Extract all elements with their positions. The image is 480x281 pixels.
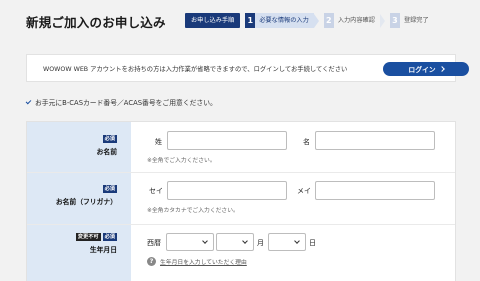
name-field-label: 必須 お名前 — [97, 135, 117, 156]
step-1-label: 必要な情報の入力 — [255, 13, 314, 28]
month-unit: 月 — [257, 239, 264, 247]
step-arrow-icon — [379, 13, 385, 28]
chevron-down-icon — [202, 238, 208, 244]
step-1: 1 必要な情報の入力 — [245, 13, 319, 28]
required-badge: 必須 — [102, 185, 117, 193]
kana-field-label: 必須 お名前（フリガナ） — [56, 185, 117, 206]
step-3-number: 3 — [389, 13, 400, 28]
birth-day-select[interactable] — [268, 233, 306, 251]
step-arrow-icon — [313, 13, 319, 28]
first-name-kana-label: メイ — [297, 187, 311, 195]
steps-label: お申し込み手順 — [185, 13, 241, 28]
step-2-number: 2 — [323, 13, 334, 28]
day-unit: 日 — [309, 239, 316, 247]
login-button[interactable]: ログイン — [383, 62, 469, 76]
login-button-label: ログイン — [408, 66, 436, 74]
notice: お手元にB-CASカード番号／ACAS番号をご用意ください。 — [25, 97, 217, 107]
last-name-kana-label: セイ — [149, 187, 163, 195]
step-3-label: 登録完了 — [399, 13, 434, 28]
kana-hint: ※全角カタカナでご入力ください。 — [147, 208, 239, 214]
check-icon — [25, 98, 32, 104]
first-name-kana-input[interactable] — [315, 181, 435, 200]
last-name-label: 姓 — [155, 138, 162, 146]
kana-row: 必須 お名前（フリガナ） セイ メイ ※全角カタカナでご入力ください。 — [27, 173, 455, 225]
birthdate-reason-text: 生年月日を入力していただく理由 — [160, 260, 247, 266]
chevron-down-icon — [242, 238, 248, 244]
unchangeable-badge: 変更不可 — [75, 233, 101, 241]
birthdate-row: 変更不可 必須 生年月日 西暦 月 日 ? 生年月日を入力していただく理由 — [27, 225, 455, 281]
chevron-down-icon — [294, 238, 300, 244]
era-label: 西暦 — [147, 239, 161, 247]
login-message: WOWOW WEB アカウントをお持ちの方は入力作業が省略できますので、ログイン… — [43, 66, 348, 73]
notice-text: お手元にB-CASカード番号／ACAS番号をご用意ください。 — [35, 99, 217, 107]
login-panel: WOWOW WEB アカウントをお持ちの方は入力作業が省略できますので、ログイン… — [26, 54, 469, 82]
birthdate-field-label: 変更不可 必須 生年月日 — [75, 233, 117, 254]
page-title: 新規ご加入のお申し込み — [26, 15, 166, 30]
birth-year-select[interactable] — [166, 233, 214, 251]
required-badge: 必須 — [102, 233, 117, 241]
step-2-label: 入力内容確認 — [333, 13, 380, 28]
last-name-input[interactable] — [167, 131, 287, 150]
required-badge: 必須 — [102, 135, 117, 143]
step-2: 2 入力内容確認 — [323, 13, 385, 28]
chevron-right-icon — [438, 66, 445, 72]
step-1-number: 1 — [245, 13, 256, 28]
application-form: 必須 お名前 姓 名 ※全角でご入力ください。 必須 お名前（フリガナ） セイ … — [26, 121, 456, 281]
name-hint: ※全角でご入力ください。 — [147, 158, 216, 164]
first-name-input[interactable] — [315, 131, 435, 150]
birthdate-reason-link[interactable]: ? 生年月日を入力していただく理由 — [147, 257, 247, 266]
birthdate-label: 生年月日 — [89, 246, 117, 254]
question-icon: ? — [147, 257, 156, 266]
last-name-kana-input[interactable] — [167, 181, 287, 200]
step-3: 3 登録完了 — [389, 13, 434, 28]
progress-steps: お申し込み手順 1 必要な情報の入力 2 入力内容確認 3 登録完了 — [185, 13, 434, 28]
first-name-label: 名 — [303, 138, 310, 146]
kana-label: お名前（フリガナ） — [55, 198, 117, 206]
birth-month-select[interactable] — [216, 233, 254, 251]
page-header: 新規ご加入のお申し込み お申し込み手順 1 必要な情報の入力 2 入力内容確認 … — [0, 0, 480, 44]
name-label: お名前 — [96, 148, 117, 156]
